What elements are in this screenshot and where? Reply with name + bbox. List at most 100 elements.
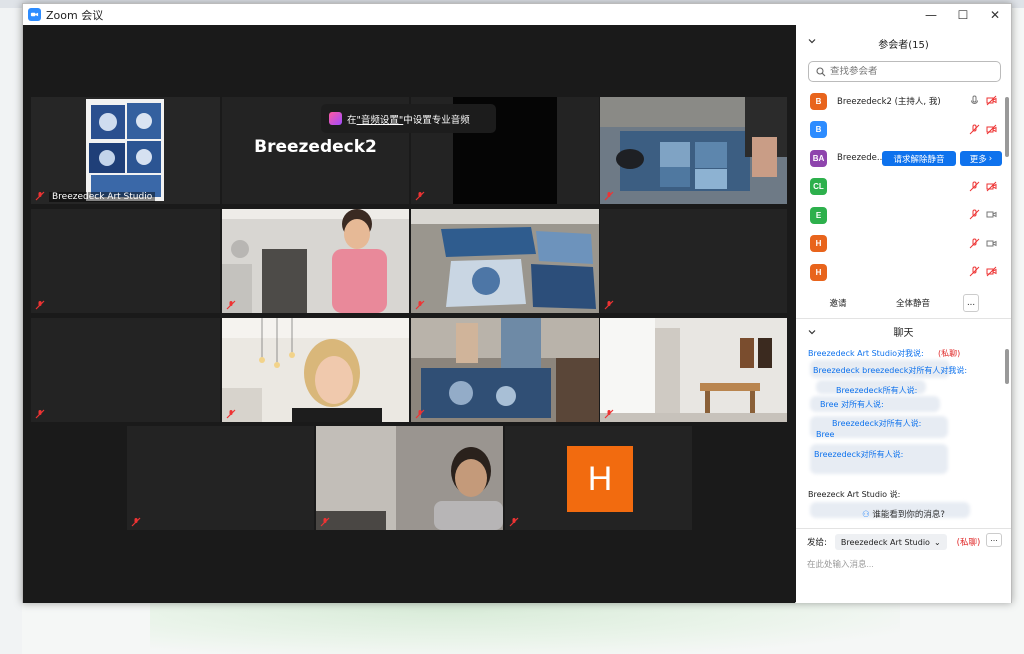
mic-muted-icon[interactable] <box>969 181 980 192</box>
window-controls: — ☐ ✕ <box>915 4 1011 25</box>
video-tile-table[interactable] <box>600 97 787 204</box>
participant-row[interactable]: H <box>796 230 1011 259</box>
participant-controls <box>969 124 997 135</box>
video-tile-breezedeck-art-studio[interactable]: Breezedeck Art Studio <box>31 97 220 204</box>
muted-mic-icon <box>415 191 425 201</box>
chat-sender: Breezedeck Art Studio对我说: <box>808 348 924 358</box>
participant-controls <box>969 181 997 192</box>
participants-title: 参会者(15) <box>878 39 929 51</box>
send-to-row: 发给: Breezedeck Art Studio ⌄ (私聊) ... <box>796 531 1011 553</box>
video-feed <box>600 318 787 422</box>
participant-controls <box>969 238 997 249</box>
muted-mic-icon <box>226 300 236 310</box>
camera-off-icon[interactable] <box>986 95 997 106</box>
participant-row[interactable]: BA Breezede... 请求解除静音 更多 › <box>796 144 1011 173</box>
video-feed <box>316 426 503 530</box>
video-tile-avatar-h[interactable]: H <box>505 426 692 530</box>
participant-row[interactable]: B Breezedeck2 (主持人, 我) <box>796 87 1011 116</box>
participant-controls <box>969 266 997 277</box>
muted-mic-icon <box>415 300 425 310</box>
chat-title: 聊天 <box>893 327 914 339</box>
participants-header: 参会者(15) <box>796 25 1011 61</box>
participant-row[interactable]: E <box>796 201 1011 230</box>
camera-off-icon[interactable] <box>986 181 997 192</box>
more-button[interactable]: 更多 › <box>960 151 1002 166</box>
close-button[interactable]: ✕ <box>979 4 1011 25</box>
chat-more-button[interactable]: ... <box>986 533 1002 547</box>
more-options-button[interactable]: ... <box>963 293 979 312</box>
video-tile-dark[interactable] <box>31 318 220 422</box>
video-tile-room-people[interactable] <box>411 318 599 422</box>
camera-off-icon[interactable] <box>986 266 997 277</box>
camera-icon[interactable] <box>986 238 997 249</box>
tile-big-name: Breezedeck2 <box>254 137 377 157</box>
toast-suffix: 中设置专业音频 <box>403 114 470 126</box>
video-tile-dark[interactable] <box>31 209 220 313</box>
muted-mic-icon <box>604 409 614 419</box>
camera-icon[interactable] <box>986 209 997 220</box>
chat-sender: Breezeck Art Studio 说: <box>808 489 901 499</box>
video-feed <box>222 209 409 313</box>
mic-muted-icon[interactable] <box>969 238 980 249</box>
participant-row[interactable]: CL <box>796 173 1011 202</box>
message-input[interactable] <box>807 559 997 569</box>
section-divider <box>796 528 1011 529</box>
chat-scrollbar[interactable] <box>1005 348 1009 384</box>
chat-sender: Breezedeck对所有人说: <box>814 449 904 459</box>
video-tile-dark[interactable] <box>600 209 787 313</box>
invite-button[interactable]: 邀请 <box>818 294 858 312</box>
muted-mic-icon <box>35 409 45 419</box>
who-can-see-link[interactable]: ⚇ 谁能看到你的消息? <box>796 508 1011 520</box>
participant-search[interactable] <box>808 61 1001 82</box>
video-feed <box>31 97 220 204</box>
muted-mic-icon <box>509 517 519 527</box>
chevron-down-icon[interactable] <box>808 328 816 336</box>
request-unmute-button[interactable]: 请求解除静音 <box>882 151 956 166</box>
camera-off-icon[interactable] <box>986 124 997 135</box>
window-titlebar: Zoom 会议 — ☐ ✕ <box>23 4 1011 25</box>
toast-prefix: 在 <box>347 114 357 126</box>
minimize-button[interactable]: — <box>915 4 947 25</box>
video-tile-fabric-bed[interactable] <box>411 209 599 313</box>
video-tile-dark[interactable] <box>127 426 314 530</box>
participant-row[interactable]: H <box>796 258 1011 287</box>
mute-all-button[interactable]: 全体静音 <box>887 294 939 312</box>
chevron-right-icon: › <box>988 153 993 164</box>
muted-mic-icon <box>226 409 236 419</box>
video-tile-woman-pink[interactable] <box>222 209 409 313</box>
chat-sender: Breezedeck所有人说: <box>836 385 918 395</box>
maximize-button[interactable]: ☐ <box>947 4 979 25</box>
zoom-meeting-window: Zoom 会议 — ☐ ✕ Breezedeck Art Studio Bree… <box>22 3 1012 603</box>
recipient-value: Breezedeck Art Studio <box>840 537 930 547</box>
video-feed <box>411 209 599 313</box>
person-icon: ⚇ <box>862 510 870 520</box>
mic-muted-icon[interactable] <box>969 266 980 277</box>
video-feed <box>222 318 409 422</box>
search-input[interactable] <box>830 66 980 77</box>
avatar: B <box>810 92 827 110</box>
chat-sender: Bree 对所有人说: <box>820 399 884 409</box>
side-panel: 参会者(15) B Breezedeck2 (主持人, 我) B <box>796 25 1011 603</box>
background-decoration <box>150 600 900 654</box>
muted-mic-icon <box>35 191 45 201</box>
video-tile-room[interactable] <box>600 318 787 422</box>
participant-row[interactable]: B <box>796 116 1011 145</box>
audio-settings-link[interactable]: "音频设置" <box>357 112 404 126</box>
mic-muted-icon[interactable] <box>969 124 980 135</box>
mic-icon[interactable] <box>969 95 980 106</box>
chat-messages: Breezedeck Art Studio对我说: (私聊) Breezedec… <box>796 344 1011 524</box>
video-feed <box>600 97 787 204</box>
mic-muted-icon[interactable] <box>969 209 980 220</box>
chat-header: 聊天 <box>796 319 1011 344</box>
recipient-select[interactable]: Breezedeck Art Studio ⌄ <box>834 534 947 550</box>
video-tile-woman-dark[interactable] <box>316 426 503 530</box>
video-tile-woman-blonde[interactable] <box>222 318 409 422</box>
more-label: 更多 <box>969 154 987 165</box>
window-title: Zoom 会议 <box>46 8 104 22</box>
zoom-app-icon <box>28 8 41 21</box>
avatar: BA <box>810 149 827 167</box>
avatar: H <box>810 263 827 281</box>
chevron-down-icon[interactable] <box>808 37 816 45</box>
who-can-see-text: 谁能看到你的消息? <box>872 510 945 520</box>
send-to-label: 发给: <box>807 538 827 548</box>
